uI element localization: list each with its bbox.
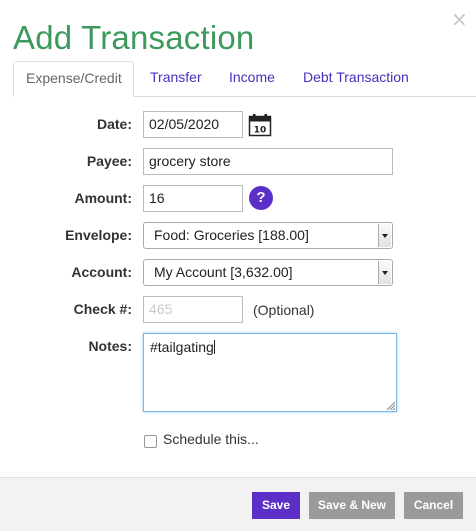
payee-label: Payee: [86, 153, 132, 169]
account-select[interactable]: My Account [3,632.00] [143, 259, 393, 286]
chevron-down-icon[interactable] [378, 261, 391, 284]
calendar-icon-day: 10 [254, 126, 267, 136]
account-selected: My Account [3,632.00] [154, 264, 293, 280]
notes-label: Notes: [88, 338, 132, 354]
tab-expense-credit[interactable]: Expense/Credit [13, 61, 134, 97]
check-number-input[interactable]: 465 [143, 296, 243, 323]
close-icon[interactable]: × [451, 9, 468, 29]
tab-bar: Expense/Credit Transfer Income Debt Tran… [13, 61, 476, 97]
notes-text: #tailgating [150, 339, 214, 355]
tab-transfer[interactable]: Transfer [138, 61, 214, 96]
calendar-icon[interactable]: 10 [248, 113, 272, 137]
tab-income[interactable]: Income [217, 61, 287, 96]
dialog-title: Add Transaction [13, 19, 255, 56]
save-and-new-button[interactable]: Save & New [309, 492, 395, 519]
date-label: Date: [96, 116, 132, 132]
optional-hint: (Optional) [253, 302, 315, 318]
tab-debt-transaction[interactable]: Debt Transaction [291, 61, 421, 96]
notes-textarea[interactable]: #tailgating [143, 333, 397, 412]
payee-input[interactable]: grocery store [143, 148, 393, 175]
check-number-label: Check #: [73, 301, 132, 317]
envelope-label: Envelope: [65, 227, 132, 243]
cancel-button[interactable]: Cancel [404, 492, 463, 519]
amount-input[interactable]: 16 [143, 185, 243, 212]
help-icon[interactable]: ? [249, 186, 273, 210]
envelope-select[interactable]: Food: Groceries [188.00] [143, 222, 393, 249]
save-button[interactable]: Save [252, 492, 300, 519]
text-cursor [213, 340, 215, 354]
resize-handle-icon[interactable] [385, 400, 395, 410]
account-label: Account: [71, 264, 132, 280]
date-input[interactable]: 02/05/2020 [143, 111, 243, 138]
schedule-checkbox[interactable] [144, 435, 157, 448]
chevron-down-icon[interactable] [378, 224, 391, 247]
amount-label: Amount: [74, 190, 132, 206]
schedule-label[interactable]: Schedule this... [163, 431, 259, 447]
envelope-selected: Food: Groceries [188.00] [154, 227, 309, 243]
